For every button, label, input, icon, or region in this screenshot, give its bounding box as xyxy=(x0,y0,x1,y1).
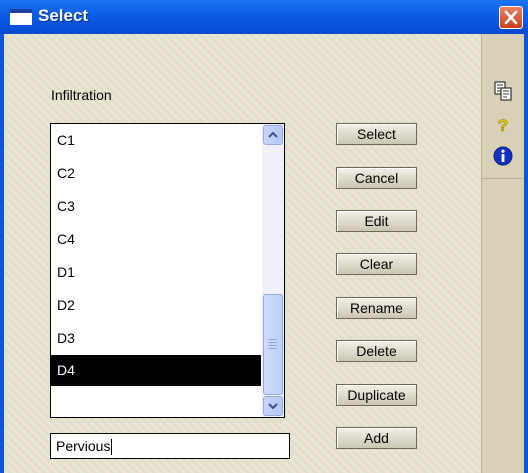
list-item[interactable]: C3 xyxy=(51,190,261,223)
list-item[interactable]: D2 xyxy=(51,289,261,322)
dialog-body: Infiltration C1 C2 C3 C4 D1 D2 D3 D4 Sel… xyxy=(4,34,524,473)
scroll-up-button[interactable] xyxy=(263,125,283,145)
delete-button[interactable]: Delete xyxy=(336,340,417,362)
name-field[interactable]: Pervious xyxy=(50,433,290,459)
window-icon xyxy=(10,9,32,25)
clear-button[interactable]: Clear xyxy=(336,253,417,275)
close-button[interactable] xyxy=(499,6,523,29)
edit-button[interactable]: Edit xyxy=(336,210,417,232)
grip-line xyxy=(269,342,277,343)
name-field-value: Pervious xyxy=(56,438,111,454)
list-item[interactable]: D1 xyxy=(51,256,261,289)
sidebar-panel: ? xyxy=(481,34,524,473)
close-icon xyxy=(504,10,518,25)
window-title: Select xyxy=(38,6,89,25)
svg-text:?: ? xyxy=(498,116,508,135)
chevron-up-icon xyxy=(268,131,278,138)
copy-icon[interactable] xyxy=(492,80,514,102)
list-item[interactable]: D3 xyxy=(51,322,261,355)
list-scrollbar[interactable] xyxy=(262,124,284,417)
chevron-down-icon xyxy=(268,403,278,410)
list-label: Infiltration xyxy=(51,87,112,103)
select-dialog: Select Infiltration C1 C2 C3 C4 D1 D2 D3… xyxy=(0,0,528,473)
sidebar-tools: ? xyxy=(482,34,524,179)
text-caret xyxy=(111,439,113,456)
rename-button[interactable]: Rename xyxy=(336,297,417,319)
list-item[interactable]: C1 xyxy=(51,124,261,157)
title-bar[interactable]: Select xyxy=(0,0,528,34)
add-button[interactable]: Add xyxy=(336,427,417,449)
scroll-thumb[interactable] xyxy=(263,294,283,395)
grip-line xyxy=(269,345,277,346)
grip-line xyxy=(269,339,277,340)
info-icon[interactable] xyxy=(492,145,514,167)
list-item[interactable]: C4 xyxy=(51,223,261,256)
scroll-down-button[interactable] xyxy=(263,396,283,416)
infiltration-listbox[interactable]: C1 C2 C3 C4 D1 D2 D3 D4 xyxy=(50,123,285,418)
grip-line xyxy=(269,348,277,349)
duplicate-button[interactable]: Duplicate xyxy=(336,384,417,406)
select-button[interactable]: Select xyxy=(336,123,417,145)
list-item[interactable]: C2 xyxy=(51,157,261,190)
help-icon[interactable]: ? xyxy=(492,114,514,136)
list-item-selected[interactable]: D4 xyxy=(51,355,261,386)
cancel-button[interactable]: Cancel xyxy=(336,167,417,189)
